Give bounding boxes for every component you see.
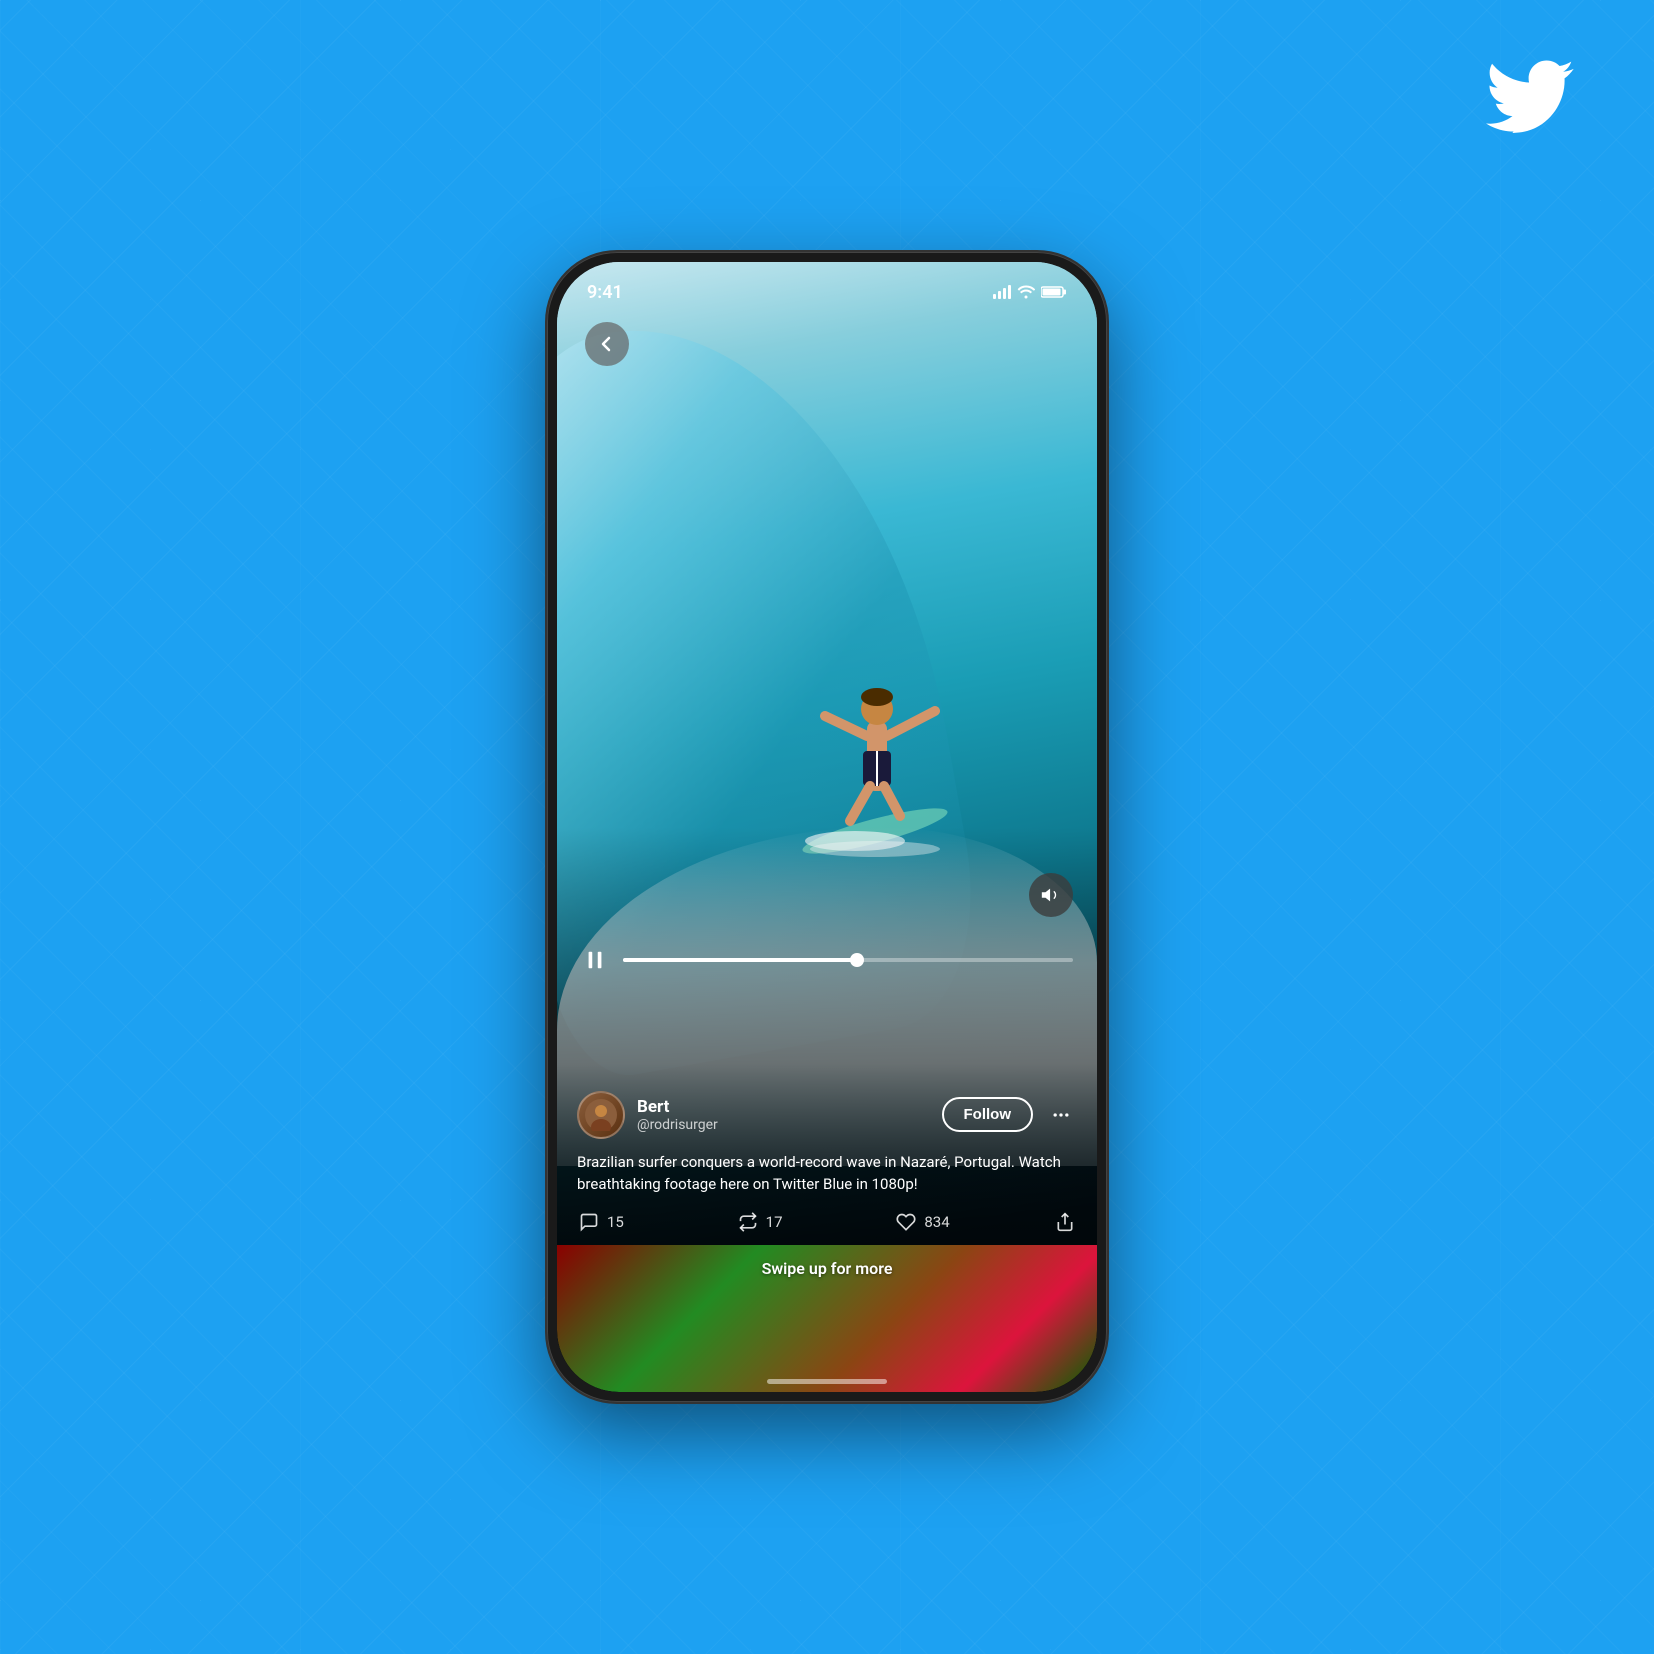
playback-controls	[581, 946, 1073, 974]
phone-screen: 9:41	[557, 262, 1097, 1392]
progress-fill	[623, 958, 857, 962]
follow-button[interactable]: Follow	[942, 1097, 1034, 1132]
progress-bar[interactable]	[623, 958, 1073, 962]
share-icon	[1053, 1210, 1077, 1234]
avatar[interactable]	[577, 1091, 625, 1139]
comment-button[interactable]: 15	[577, 1210, 736, 1234]
signal-icon	[993, 285, 1011, 299]
tweet-info: Bert @rodrisurger Follow Brazilian surfe…	[577, 1091, 1077, 1234]
retweet-icon	[736, 1210, 760, 1234]
username[interactable]: Bert	[637, 1097, 930, 1117]
user-info: Bert @rodrisurger	[637, 1097, 930, 1133]
heart-icon	[894, 1210, 918, 1234]
user-row: Bert @rodrisurger Follow	[577, 1091, 1077, 1139]
wifi-icon	[1017, 285, 1035, 299]
back-button[interactable]	[585, 322, 629, 366]
status-time: 9:41	[587, 282, 623, 303]
retweet-button[interactable]: 17	[736, 1210, 895, 1234]
retweet-count: 17	[766, 1213, 783, 1231]
comment-count: 15	[607, 1213, 624, 1231]
tweet-text: Brazilian surfer conquers a world-record…	[577, 1151, 1077, 1196]
status-bar: 9:41	[557, 262, 1097, 312]
surfer-figure	[795, 601, 955, 861]
battery-icon	[1041, 285, 1067, 299]
like-count: 834	[924, 1213, 949, 1231]
swipe-label: Swipe up for more	[762, 1259, 893, 1278]
twitter-logo	[1484, 60, 1574, 135]
swipe-up-section[interactable]: Swipe up for more	[557, 1245, 1097, 1392]
share-button[interactable]	[1053, 1210, 1077, 1234]
status-icons	[993, 285, 1067, 299]
home-indicator	[767, 1379, 887, 1384]
like-button[interactable]: 834	[894, 1210, 1053, 1234]
more-button[interactable]	[1045, 1099, 1077, 1131]
user-handle: @rodrisurger	[637, 1117, 930, 1133]
pause-button[interactable]	[581, 946, 609, 974]
swipe-preview: Swipe up for more	[557, 1245, 1097, 1392]
progress-thumb	[850, 953, 864, 967]
phone-frame: 9:41	[547, 252, 1107, 1402]
action-buttons: 15 17	[577, 1210, 1077, 1234]
comment-icon	[577, 1210, 601, 1234]
